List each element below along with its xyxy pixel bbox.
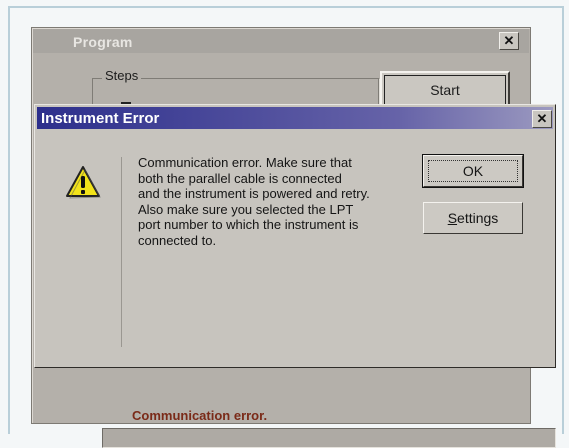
- error-message-line: port number to which the instrument is: [138, 217, 359, 232]
- error-message-line: Also make sure you selected the LPT: [138, 201, 354, 217]
- dialog-divider: [121, 157, 122, 347]
- settings-button-label: ettings: [457, 210, 499, 226]
- program-close-icon[interactable]: ✕: [499, 32, 519, 50]
- status-message: Communication error.: [132, 408, 268, 423]
- instrument-error-dialog: Instrument Error ✕ Communication error. …: [34, 104, 556, 368]
- program-window-title: Program: [73, 34, 133, 50]
- error-message: Communication error. Make sure that both…: [138, 155, 413, 248]
- error-message-line: both the parallel cable is connected: [138, 170, 342, 186]
- program-title-bar[interactable]: Program ✕: [33, 29, 529, 53]
- ok-button[interactable]: OK: [423, 155, 523, 187]
- dialog-title: Instrument Error: [41, 110, 160, 127]
- error-message-line: Communication error. Make sure that: [138, 155, 352, 170]
- photo-frame-left: [8, 6, 10, 434]
- status-field: [102, 428, 556, 448]
- dialog-close-icon[interactable]: ✕: [532, 110, 552, 128]
- photo-frame-top: [8, 6, 564, 8]
- dialog-title-bar[interactable]: Instrument Error ✕: [37, 107, 553, 129]
- settings-button[interactable]: Settings: [423, 202, 523, 234]
- photo-frame-right: [562, 6, 564, 434]
- error-message-line: and the instrument is powered and retry.: [138, 186, 370, 201]
- steps-group-label: Steps: [102, 68, 142, 83]
- settings-access-key: S: [447, 210, 458, 226]
- error-message-line: connected to.: [138, 232, 217, 248]
- warning-icon: [66, 166, 101, 199]
- ok-button-label: OK: [428, 160, 518, 182]
